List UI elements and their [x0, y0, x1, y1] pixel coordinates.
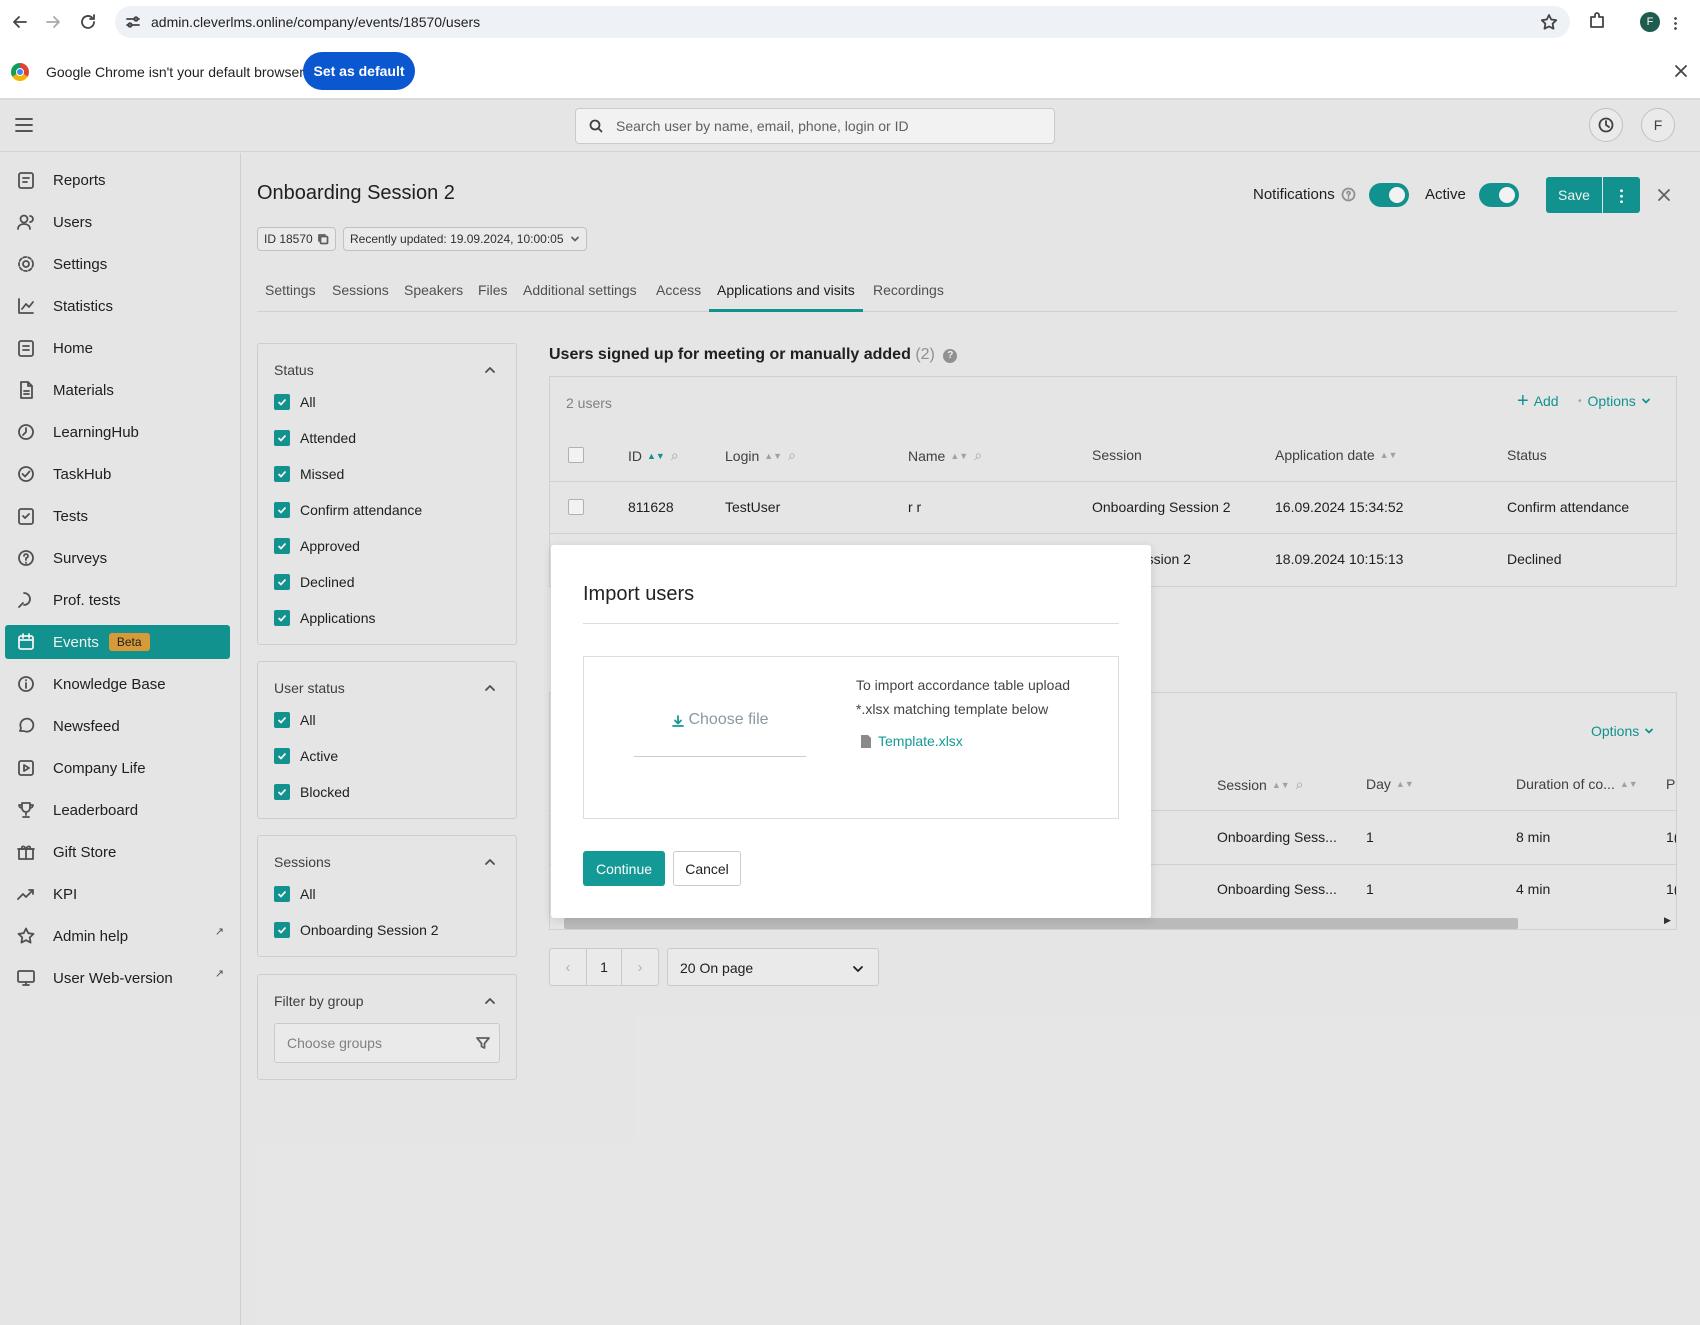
choose-file-label: Choose file [688, 711, 769, 728]
close-icon[interactable] [1674, 64, 1688, 78]
modal-divider [583, 623, 1119, 624]
import-hint: To import accordance table upload *.xlsx… [856, 673, 1096, 721]
address-bar[interactable]: admin.cleverlms.online/company/events/18… [115, 6, 1570, 38]
cancel-button[interactable]: Cancel [673, 851, 741, 886]
back-icon[interactable] [10, 12, 30, 32]
chrome-logo-icon [11, 63, 29, 81]
browser-toolbar: admin.cleverlms.online/company/events/18… [0, 0, 1700, 44]
template-download-link[interactable]: Template.xlsx [860, 733, 963, 749]
default-browser-infobar: Google Chrome isn't your default browser… [0, 44, 1700, 100]
import-users-modal: Import users Choose file To import accor… [551, 545, 1151, 918]
kebab-menu-icon[interactable] [1674, 16, 1677, 30]
hint-line-1: To import accordance table upload [856, 677, 1071, 693]
url-text: admin.cleverlms.online/company/events/18… [151, 14, 481, 30]
infobar-message: Google Chrome isn't your default browser [46, 64, 304, 80]
extensions-icon[interactable] [1587, 11, 1607, 31]
site-settings-icon[interactable] [125, 14, 141, 30]
continue-button[interactable]: Continue [583, 851, 665, 886]
forward-icon[interactable] [43, 12, 63, 32]
modal-title: Import users [583, 583, 695, 605]
star-bookmark-icon[interactable] [1540, 13, 1558, 31]
file-upload-area: Choose file To import accordance table u… [583, 656, 1119, 819]
template-label: Template.xlsx [878, 733, 963, 749]
set-as-default-button[interactable]: Set as default [303, 52, 415, 90]
hint-line-2: *.xlsx matching template below [856, 701, 1049, 717]
download-icon [671, 714, 685, 728]
file-icon [860, 734, 872, 749]
profile-avatar[interactable]: F [1640, 12, 1660, 32]
reload-icon[interactable] [78, 12, 98, 32]
choose-file-button[interactable]: Choose file [634, 711, 806, 757]
